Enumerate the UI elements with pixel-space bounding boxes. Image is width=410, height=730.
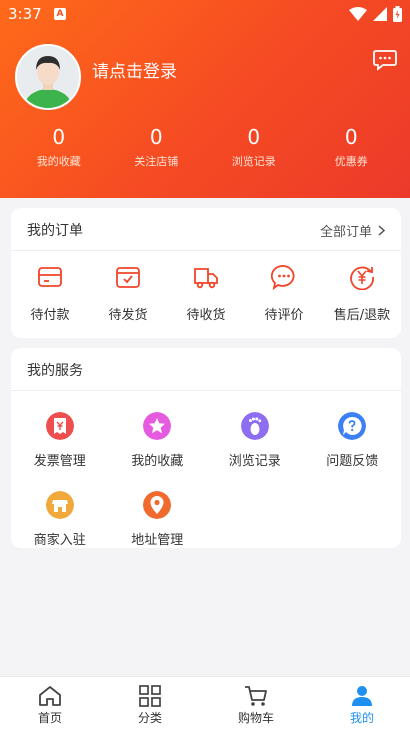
order-pending-review[interactable]: 待评价: [245, 264, 323, 323]
order-after-sales[interactable]: 售后/退款: [323, 264, 401, 323]
question-icon: [338, 412, 367, 440]
wallet-icon: [38, 267, 62, 287]
stat-label: 浏览记录: [231, 155, 276, 168]
status-time: 3:37: [8, 5, 42, 23]
service-address[interactable]: 地址管理: [109, 491, 207, 548]
service-label: 商家入驻: [33, 533, 86, 548]
tab-label: 分类: [137, 711, 162, 725]
grid-icon: [139, 685, 161, 707]
notification-a-icon: A: [54, 8, 66, 20]
avatar[interactable]: [15, 44, 81, 110]
stat-value: 0: [52, 125, 66, 149]
service-invoice[interactable]: 发票管理: [11, 412, 109, 469]
service-feedback[interactable]: 问题反馈: [304, 412, 402, 469]
orders-title: 我的订单: [27, 223, 83, 239]
message-icon[interactable]: [373, 49, 397, 71]
orders-header: 我的订单 全部订单: [11, 208, 401, 251]
order-pending-receipt[interactable]: 待收货: [167, 264, 245, 323]
order-label: 待发货: [108, 308, 148, 323]
status-bar: 3:37 A: [0, 0, 410, 28]
service-favorites[interactable]: 我的收藏: [109, 412, 207, 469]
orders-card: 我的订单 全部订单 待付款 待发货 待收货 待评价 售后/退款: [11, 208, 401, 338]
stat-favorites[interactable]: 0 我的收藏: [10, 124, 108, 169]
order-status-row: 待付款 待发货 待收货 待评价 售后/退款: [11, 264, 401, 323]
refund-icon: [350, 266, 374, 291]
box-check-icon: [116, 267, 140, 288]
home-icon: [39, 686, 61, 706]
cart-icon: [245, 686, 267, 706]
service-label: 地址管理: [131, 533, 184, 548]
star-icon: [143, 412, 172, 440]
bottom-tab-bar: 首页 分类 购物车 我的: [0, 676, 410, 730]
stat-coupons[interactable]: 0 优惠券: [303, 124, 401, 169]
service-label: 我的收藏: [131, 454, 184, 469]
stat-label: 优惠券: [334, 155, 368, 168]
truck-icon: [194, 268, 218, 289]
stat-followed-shops[interactable]: 0 关注店铺: [108, 124, 206, 169]
stat-value: 0: [344, 125, 358, 149]
stat-label: 我的收藏: [36, 155, 81, 168]
battery-icon: [393, 6, 402, 22]
stats-row: 0 我的收藏 0 关注店铺 0 浏览记录 0 优惠券: [10, 124, 400, 169]
chat-bubble-icon: [270, 265, 295, 291]
login-prompt[interactable]: 请点击登录: [92, 57, 177, 82]
all-orders-label: 全部订单: [319, 225, 372, 240]
service-merchant-join[interactable]: 商家入驻: [11, 491, 109, 548]
order-pending-payment[interactable]: 待付款: [11, 264, 89, 323]
avatar-image: [17, 46, 79, 108]
order-label: 待评价: [264, 308, 304, 323]
user-icon: [352, 686, 372, 706]
tab-label: 首页: [37, 711, 62, 725]
tab-label: 我的: [349, 711, 374, 725]
stat-label: 关注店铺: [134, 155, 179, 168]
store-icon: [45, 491, 74, 519]
order-label: 售后/退款: [333, 308, 391, 323]
service-label: 发票管理: [33, 454, 86, 469]
service-history[interactable]: 浏览记录: [206, 412, 304, 469]
profile-header: 3:37 A 请点击登录 0 我的收藏 0 关注店铺 0 浏览记录 0 优惠券: [0, 0, 410, 198]
stat-browse-history[interactable]: 0 浏览记录: [205, 124, 303, 169]
tab-home[interactable]: 首页: [15, 685, 85, 726]
tab-categories[interactable]: 分类: [115, 685, 185, 726]
services-grid: 发票管理 我的收藏 浏览记录 问题反馈 商家入驻 地址管理: [11, 412, 401, 548]
wifi-icon: [349, 7, 367, 21]
tab-cart[interactable]: 购物车: [221, 685, 291, 726]
tab-label: 购物车: [237, 711, 274, 725]
stat-value: 0: [247, 125, 261, 149]
order-pending-shipment[interactable]: 待发货: [89, 264, 167, 323]
chevron-right-icon: [378, 225, 385, 236]
invoice-icon: [45, 412, 74, 440]
signal-icon: [373, 7, 387, 21]
all-orders-link[interactable]: 全部订单: [320, 221, 385, 240]
service-label: 问题反馈: [326, 454, 379, 469]
services-header: 我的服务: [11, 348, 401, 391]
order-label: 待付款: [30, 308, 70, 323]
services-card: 我的服务 发票管理 我的收藏 浏览记录 问题反馈 商家入驻 地址管理: [11, 348, 401, 548]
services-title: 我的服务: [27, 363, 83, 379]
service-label: 浏览记录: [228, 454, 281, 469]
location-icon: [143, 491, 172, 519]
status-icons: [349, 5, 402, 23]
stat-value: 0: [149, 125, 163, 149]
order-label: 待收货: [186, 308, 226, 323]
footprint-icon: [240, 412, 269, 440]
tab-me[interactable]: 我的: [327, 685, 397, 726]
